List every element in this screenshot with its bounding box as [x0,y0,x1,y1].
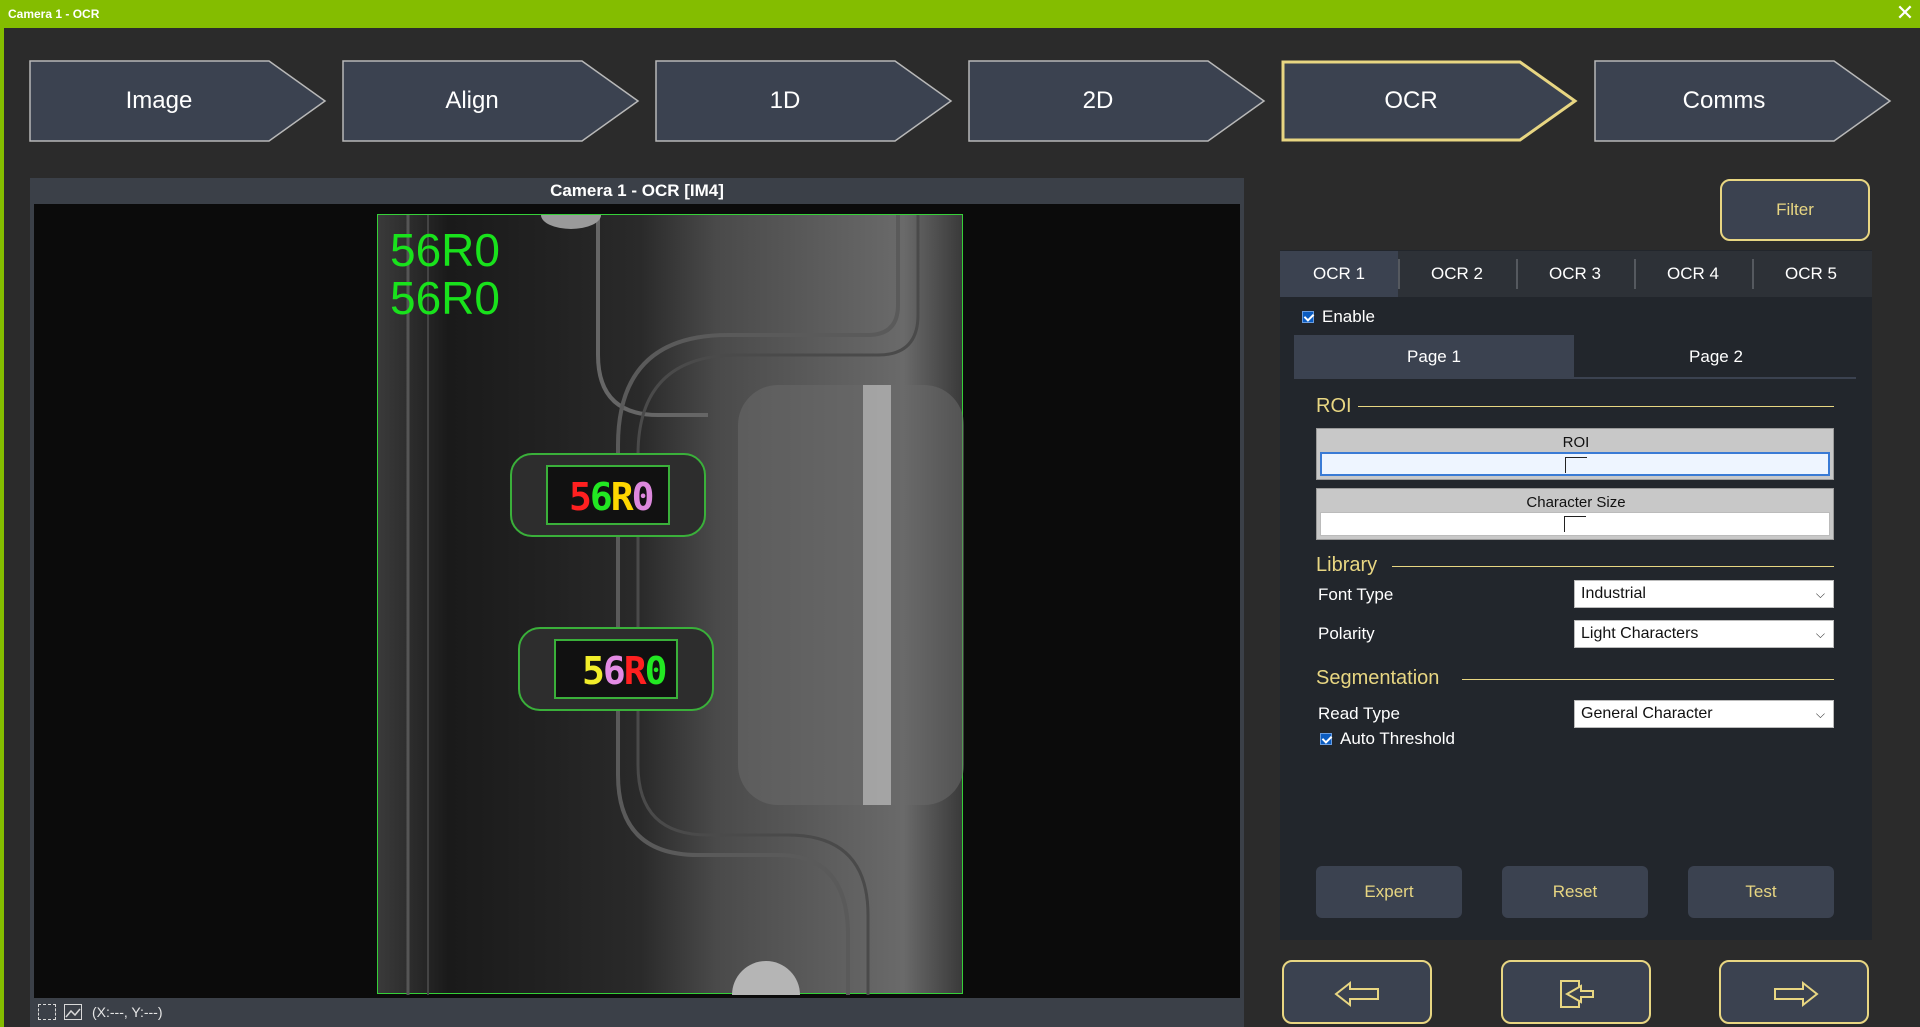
tab-ocr-1[interactable]: OCR 1 [1280,251,1398,297]
edit-char-size-icon[interactable] [1564,516,1586,532]
tab-page-1[interactable]: Page 1 [1294,335,1574,379]
section-library: Library [1316,554,1378,576]
step-label: 1D [769,87,801,114]
page-tabs: Page 1 Page 2 [1294,335,1856,379]
tab-ocr-2[interactable]: OCR 2 [1398,251,1516,297]
font-type-select[interactable]: Industrial ⌵ [1574,580,1834,608]
auto-threshold-label: Auto Threshold [1340,729,1455,748]
image-icon[interactable] [64,1004,82,1020]
next-button[interactable] [1719,960,1869,1024]
checkbox-icon[interactable] [1302,311,1314,323]
chevron-down-icon: ⌵ [1815,707,1825,721]
section-roi: ROI [1316,395,1352,417]
arrow-left-icon [1334,980,1379,1008]
ocr-result-line: 56R0 [390,224,500,276]
char-mark: R [623,649,647,693]
tab-ocr-3[interactable]: OCR 3 [1516,251,1634,297]
tab-page-2[interactable]: Page 2 [1576,335,1856,379]
step-label: Comms [1682,87,1766,114]
char-mark: 0 [631,475,655,519]
chip-marking: 56R0 [569,475,655,519]
component-chip: 56R0 [518,627,714,711]
image-viewer: Camera 1 - OCR [IM4] 56R0 56R0 56R0 56R0… [30,178,1244,1027]
section-segmentation: Segmentation [1316,667,1440,689]
title-bar: Camera 1 - OCR ✕ [0,0,1920,28]
char-mark: 0 [644,649,668,693]
enable-checkbox[interactable]: Enable [1302,307,1375,327]
image-canvas[interactable]: 56R0 56R0 56R0 56R0 [34,204,1240,998]
coordinate-readout: (X:---, Y:---) [92,1004,163,1020]
char-size-edit-field[interactable] [1320,512,1830,536]
exit-button[interactable] [1501,960,1651,1024]
test-button[interactable]: Test [1688,866,1834,918]
step-label: Align [445,87,499,114]
expert-button[interactable]: Expert [1316,866,1462,918]
reset-button[interactable]: Reset [1502,866,1648,918]
arrow-right-icon [1774,980,1819,1008]
step-label: OCR [1384,87,1438,114]
step-comms[interactable]: Comms [1594,60,1892,142]
chevron-down-icon: ⌵ [1815,627,1825,641]
close-icon[interactable]: ✕ [1894,2,1916,24]
component-chip: 56R0 [510,453,706,537]
polarity-select[interactable]: Light Characters ⌵ [1574,620,1834,648]
char-mark: R [610,475,634,519]
checkbox-icon[interactable] [1320,733,1332,745]
char-size-editor[interactable]: Character Size [1316,488,1834,540]
read-type-label: Read Type [1318,704,1400,723]
workflow-steps: Image Align 1D 2D OCR Comms [0,60,1920,142]
edit-roi-icon[interactable] [1565,457,1587,473]
font-type-value: Industrial [1581,585,1646,602]
step-image[interactable]: Image [29,60,327,142]
roi-edit-field[interactable] [1320,452,1830,476]
camera-image: 56R0 56R0 56R0 56R0 [377,214,964,995]
fit-view-icon[interactable] [38,1004,56,1020]
ocr-result-line: 56R0 [390,272,500,324]
step-ocr[interactable]: OCR [1281,60,1579,142]
auto-threshold-checkbox[interactable]: Auto Threshold [1320,729,1455,749]
step-label: Image [125,87,193,114]
step-1d[interactable]: 1D [655,60,953,142]
read-type-value: General Character [1581,705,1713,722]
step-2d[interactable]: 2D [968,60,1266,142]
step-label: 2D [1082,87,1114,114]
char-size-label: Character Size [1526,494,1626,511]
char-mark: 5 [569,475,592,519]
chevron-down-icon: ⌵ [1815,587,1825,601]
chip-marking: 56R0 [582,649,668,693]
char-mark: 6 [602,649,626,693]
tape-track-graphic [406,215,964,995]
step-align[interactable]: Align [342,60,640,142]
tab-ocr-4[interactable]: OCR 4 [1634,251,1752,297]
viewer-status-bar: (X:---, Y:---) [30,998,1244,1027]
exit-door-icon [1560,980,1594,1008]
tab-ocr-5[interactable]: OCR 5 [1752,251,1870,297]
ocr-tabs: OCR 1 OCR 2 OCR 3 OCR 4 OCR 5 [1280,251,1872,297]
viewer-title: Camera 1 - OCR [IM4] [550,181,724,200]
font-type-label: Font Type [1318,585,1394,604]
enable-label: Enable [1322,307,1375,326]
polarity-value: Light Characters [1581,625,1699,642]
read-type-select[interactable]: General Character ⌵ [1574,700,1834,728]
previous-button[interactable] [1282,960,1432,1024]
roi-label: ROI [1562,434,1590,451]
char-mark: 6 [589,475,613,519]
window-border [0,28,4,1027]
polarity-label: Polarity [1318,624,1375,643]
roi-editor[interactable]: ROI [1316,428,1834,480]
char-mark: 5 [582,649,605,693]
window-title: Camera 1 - OCR [8,7,100,21]
filter-button[interactable]: Filter [1720,179,1870,241]
